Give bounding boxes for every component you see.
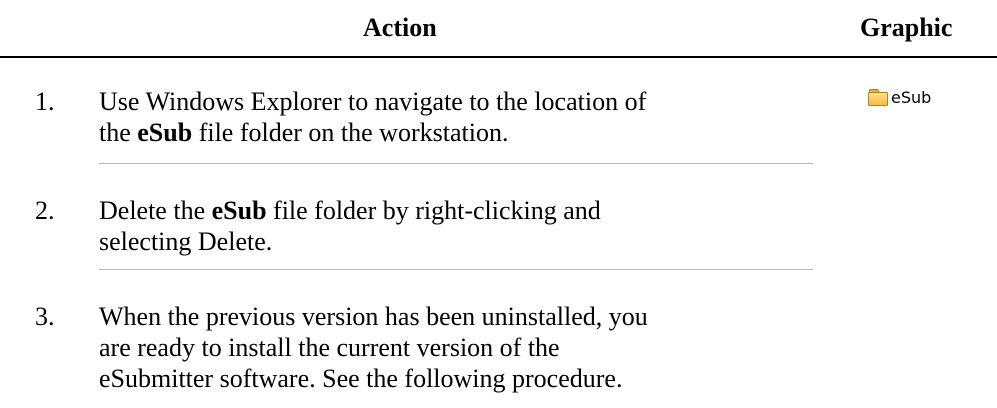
- folder-label: eSub: [891, 87, 932, 107]
- step-number: 1.: [35, 87, 55, 116]
- folder-icon: [868, 89, 888, 106]
- column-header-action: Action: [363, 13, 437, 42]
- table-header: Action Graphic: [0, 0, 997, 58]
- step-text: Use Windows Explorer to navigate to the …: [99, 87, 647, 147]
- step-divider: [99, 269, 813, 270]
- esub-folder-graphic: eSub: [868, 86, 931, 108]
- step-number: 3.: [35, 302, 55, 331]
- step-divider: [99, 163, 813, 164]
- column-header-graphic: Graphic: [860, 13, 953, 42]
- step-text: Delete the eSub file folder by right-cli…: [99, 196, 601, 256]
- step-text: When the previous version has been unins…: [99, 302, 648, 393]
- step-number: 2.: [35, 196, 55, 225]
